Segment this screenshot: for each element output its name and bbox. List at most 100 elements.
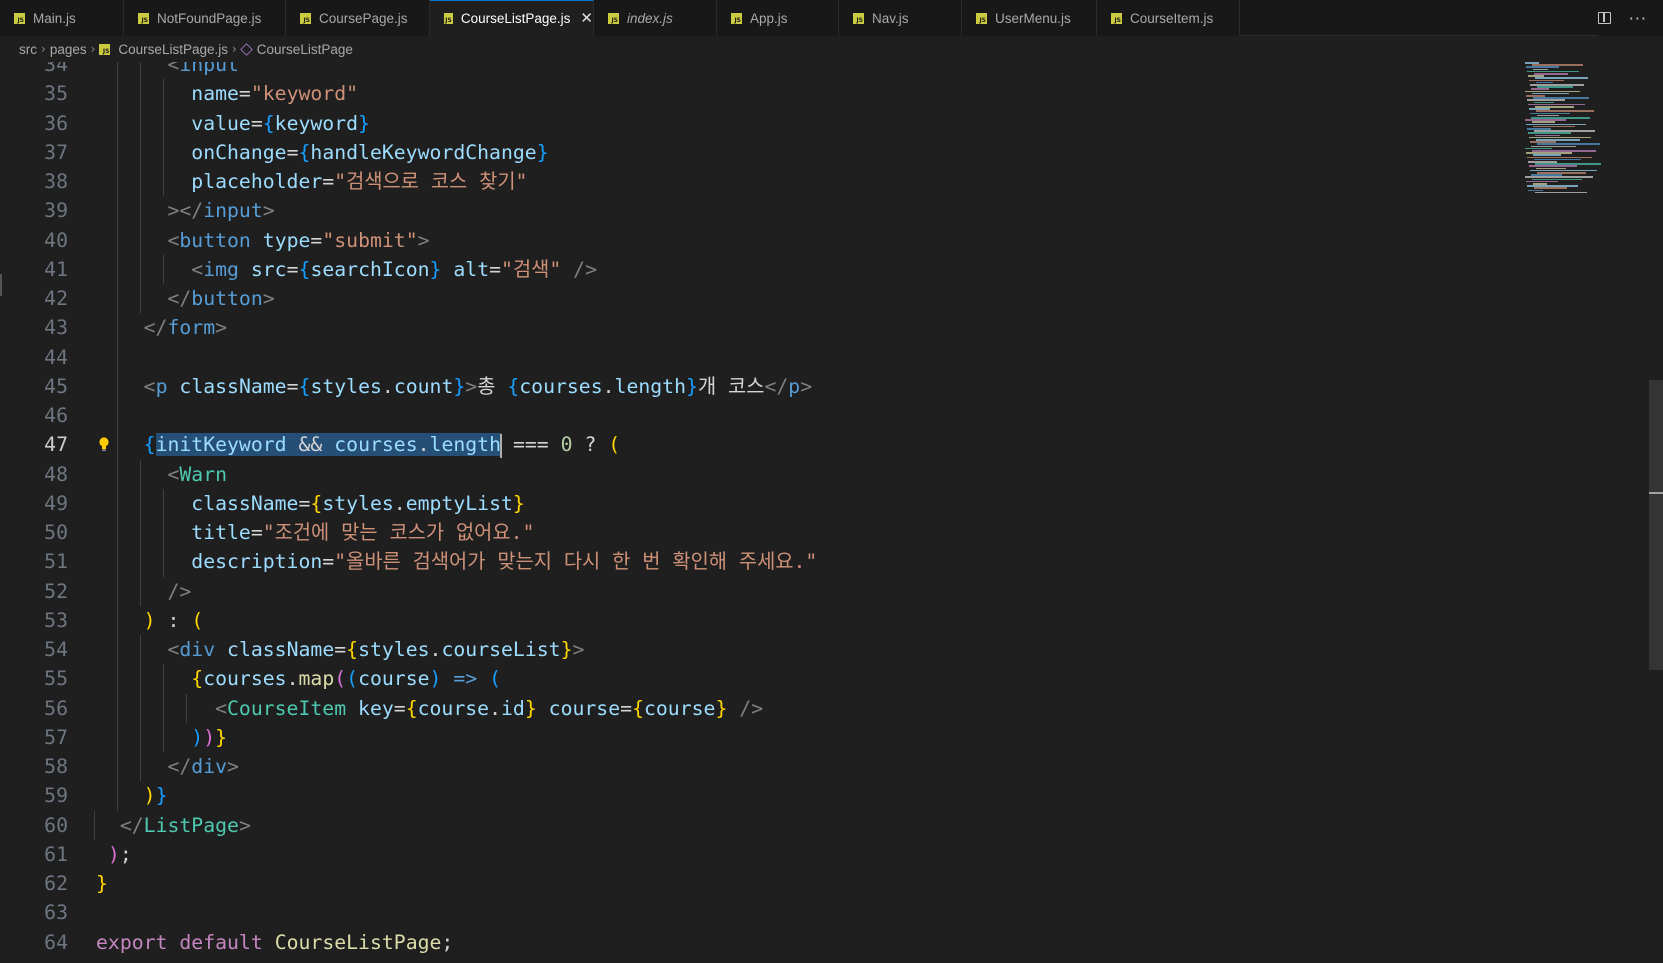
code-text[interactable]: <div className={styles.courseList}> <box>96 635 584 664</box>
line-number: 42 <box>44 287 68 310</box>
breadcrumb-folder-pages[interactable]: pages <box>50 42 87 57</box>
code-line[interactable]: 36 value={keyword} <box>0 108 1530 138</box>
code-line[interactable]: 37 onChange={handleKeywordChange} <box>0 137 1530 167</box>
code-text[interactable]: ); <box>96 840 132 869</box>
tab-index-js[interactable]: JS index.js <box>594 0 717 36</box>
code-text[interactable]: onChange={handleKeywordChange} <box>96 138 548 167</box>
minimap-line <box>1535 191 1587 194</box>
code-line[interactable]: 59 )} <box>0 781 1530 811</box>
code-line[interactable]: 48 <Warn <box>0 459 1530 489</box>
tab-main-js[interactable]: JS Main.js <box>0 0 124 36</box>
line-number: 34 <box>44 62 68 76</box>
code-text[interactable]: <button type="submit"> <box>96 226 429 255</box>
code-line[interactable]: 63 <box>0 898 1530 927</box>
close-icon[interactable]: ✕ <box>580 11 593 26</box>
code-text[interactable]: } <box>96 869 108 898</box>
code-line[interactable]: 43 </form> <box>0 313 1530 343</box>
symbol-method-icon <box>240 42 253 56</box>
line-number: 59 <box>44 784 68 808</box>
breadcrumb-file[interactable]: CourseListPage.js <box>118 42 228 57</box>
js-file-icon: JS <box>300 12 311 24</box>
code-text[interactable]: <Warn <box>96 460 227 489</box>
lightbulb-icon[interactable] <box>98 436 110 452</box>
code-line[interactable]: 58 </div> <box>0 752 1530 782</box>
tab-courselistpage-js[interactable]: JS CourseListPage.js ✕ <box>430 0 594 36</box>
code-text[interactable]: ></input> <box>96 196 274 225</box>
code-editor[interactable]: 34 <input 35 name="keyword" 36 value={keyw… <box>0 62 1663 963</box>
code-line[interactable]: 35 name="keyword" <box>0 79 1530 109</box>
code-line[interactable]: 41 <img src={searchIcon} alt="검색" /> <box>0 254 1530 284</box>
tab-app-js[interactable]: JS App.js <box>717 0 839 36</box>
code-lines[interactable]: 34 <input 35 name="keyword" 36 value={keyw… <box>0 62 1530 963</box>
code-text[interactable]: <p className={styles.count}>총 {courses.l… <box>96 372 812 401</box>
line-number: 46 <box>44 404 68 427</box>
code-text[interactable]: ))} <box>96 723 227 752</box>
line-number: 47 <box>44 433 68 457</box>
code-line[interactable]: 34 <input <box>0 62 1530 80</box>
tab-coursepage-js[interactable]: JS CoursePage.js <box>286 0 430 36</box>
code-text[interactable]: </ListPage> <box>96 811 251 840</box>
vertical-scrollbar[interactable] <box>1649 62 1663 963</box>
code-line[interactable]: 54 <div className={styles.courseList}> <box>0 635 1530 665</box>
code-text[interactable]: export default CourseListPage; <box>96 928 453 957</box>
scrollbar-thumb[interactable] <box>1649 380 1663 670</box>
code-text[interactable]: {initKeyword && courses.length === 0 ? ( <box>96 430 620 459</box>
code-line[interactable]: 47 {initKeyword && courses.length === 0 … <box>0 430 1530 460</box>
code-line[interactable]: 57 ))} <box>0 722 1530 752</box>
code-text[interactable]: <img src={searchIcon} alt="검색" /> <box>96 255 597 284</box>
code-text[interactable]: {courses.map((course) => ( <box>96 664 501 693</box>
code-text[interactable]: name="keyword" <box>96 79 358 108</box>
code-text[interactable]: </form> <box>96 313 227 342</box>
code-text[interactable]: )} <box>96 781 168 810</box>
js-file-icon: JS <box>976 12 987 24</box>
code-line[interactable]: 51 description="올바른 검색어가 맞는지 다시 한 번 확인해 … <box>0 547 1530 577</box>
code-line[interactable]: 38 placeholder="검색으로 코스 찾기" <box>0 167 1530 197</box>
code-text[interactable]: title="조건에 맞는 코스가 없어요." <box>96 518 534 547</box>
breadcrumb-separator: › <box>90 42 96 56</box>
line-number: 60 <box>44 813 68 837</box>
breadcrumb-folder-src[interactable]: src <box>19 42 37 57</box>
tab-nav-js[interactable]: JS Nav.js <box>839 0 962 36</box>
tab-usermenu-js[interactable]: JS UserMenu.js <box>962 0 1097 36</box>
line-number: 40 <box>44 228 68 252</box>
code-line[interactable]: 61 ); <box>0 840 1530 869</box>
code-line[interactable]: 52 /> <box>0 576 1530 606</box>
code-text[interactable]: value={keyword} <box>96 109 370 138</box>
code-line[interactable]: 56 <CourseItem key={course.id} course={c… <box>0 693 1530 723</box>
code-text[interactable]: <CourseItem key={course.id} course={cour… <box>96 694 763 723</box>
code-line[interactable]: 44 <box>0 342 1530 372</box>
code-line[interactable]: 53 ) : ( <box>0 605 1530 635</box>
code-line[interactable]: 40 <button type="submit"> <box>0 225 1530 255</box>
code-line[interactable]: 49 className={styles.emptyList} <box>0 488 1530 518</box>
code-line[interactable]: 50 title="조건에 맞는 코스가 없어요." <box>0 518 1530 548</box>
line-number: 61 <box>44 842 68 866</box>
code-line[interactable]: 60 </ListPage> <box>0 810 1530 840</box>
js-file-icon: JS <box>608 12 619 24</box>
code-text[interactable]: </div> <box>96 752 238 781</box>
code-line[interactable]: 45 <p className={styles.count}>총 {course… <box>0 371 1530 401</box>
code-text[interactable]: </button> <box>96 284 274 313</box>
code-line[interactable]: 65 <box>0 957 1530 963</box>
code-line[interactable]: 46 <box>0 401 1530 431</box>
code-line[interactable]: 42 </button> <box>0 284 1530 314</box>
code-text[interactable]: <input <box>96 62 238 79</box>
line-number: 65 <box>0 957 68 963</box>
split-editor-icon[interactable] <box>1597 12 1611 24</box>
breadcrumb-symbol[interactable]: CourseListPage <box>257 42 353 57</box>
code-line[interactable]: 64 export default CourseListPage; <box>0 928 1530 957</box>
code-line[interactable]: 62} <box>0 869 1530 898</box>
code-line[interactable]: 39 ></input> <box>0 196 1530 226</box>
code-text[interactable]: placeholder="검색으로 코스 찾기" <box>96 167 527 196</box>
more-actions-icon[interactable]: ··· <box>1629 9 1647 28</box>
tab-label: CourseItem.js <box>1130 10 1214 26</box>
tab-notfoundpage-js[interactable]: JS NotFoundPage.js <box>124 0 286 36</box>
breadcrumb-separator: › <box>231 42 237 56</box>
code-text[interactable]: ) : ( <box>96 606 204 635</box>
code-text[interactable]: /> <box>96 577 191 606</box>
minimap[interactable] <box>1525 62 1645 202</box>
code-text[interactable]: description="올바른 검색어가 맞는지 다시 한 번 확인해 주세요… <box>96 547 817 576</box>
code-text[interactable]: className={styles.emptyList} <box>96 489 525 518</box>
line-number: 56 <box>44 696 68 720</box>
tab-courseitem-js[interactable]: JS CourseItem.js <box>1097 0 1240 36</box>
code-line[interactable]: 55 {courses.map((course) => ( <box>0 664 1530 694</box>
